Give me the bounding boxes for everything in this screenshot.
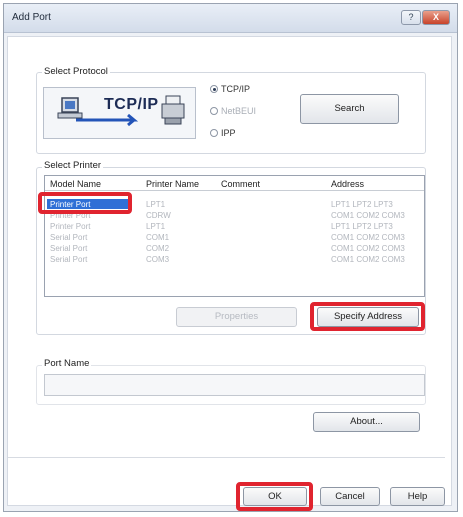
radio-netbeui-label: NetBEUI: [221, 106, 257, 116]
list-header-divider: [45, 190, 424, 191]
table-cell-model[interactable]: Serial Port: [50, 244, 87, 253]
table-cell-model[interactable]: Printer Port: [50, 222, 90, 231]
dialog-title: Add Port: [12, 12, 51, 23]
table-cell-address: COM1 COM2 COM3: [331, 255, 405, 264]
radio-tcpip-label: TCP/IP: [221, 84, 251, 94]
port-name-field[interactable]: [44, 374, 425, 396]
title-bar: Add Port ? X: [4, 4, 457, 33]
highlight-selected-row: [38, 192, 132, 214]
table-cell-printer: COM1: [146, 233, 170, 242]
table-cell-printer: LPT1: [146, 222, 166, 231]
table-cell-address: COM1 COM2 COM3: [331, 233, 405, 242]
cancel-button[interactable]: Cancel: [320, 487, 380, 506]
about-button[interactable]: About...: [313, 412, 420, 432]
properties-button: Properties: [176, 307, 297, 327]
button-row-separator: [8, 457, 445, 458]
column-header-address[interactable]: Address: [331, 179, 364, 189]
table-cell-model[interactable]: Serial Port: [50, 255, 87, 264]
radio-selected-icon: [210, 85, 218, 93]
column-header-comment[interactable]: Comment: [221, 179, 260, 189]
select-protocol-label: Select Protocol: [42, 66, 110, 77]
radio-unselected-icon: [210, 107, 218, 115]
radio-ipp-label: IPP: [221, 128, 236, 138]
radio-netbeui: NetBEUI: [210, 106, 256, 116]
help-button[interactable]: Help: [390, 487, 445, 506]
table-cell-address: LPT1 LPT2 LPT3: [331, 222, 393, 231]
protocol-banner-text: TCP/IP: [104, 96, 159, 113]
column-header-printer-name[interactable]: Printer Name: [146, 179, 199, 189]
close-button[interactable]: X: [422, 10, 450, 25]
port-name-label: Port Name: [42, 358, 92, 369]
table-cell-address: LPT1 LPT2 LPT3: [331, 200, 393, 209]
table-cell-address: COM1 COM2 COM3: [331, 211, 405, 220]
table-cell-printer: COM3: [146, 255, 170, 264]
table-cell-printer: CDRW: [146, 211, 171, 220]
radio-unselected-icon: [210, 129, 218, 137]
radio-tcpip[interactable]: TCP/IP: [210, 84, 250, 94]
select-printer-label: Select Printer: [42, 160, 104, 171]
highlight-ok-button: [236, 482, 313, 511]
search-button[interactable]: Search: [300, 94, 399, 124]
table-cell-address: COM1 COM2 COM3: [331, 244, 405, 253]
table-cell-model[interactable]: Serial Port: [50, 233, 87, 242]
table-cell-printer: COM2: [146, 244, 170, 253]
radio-ipp[interactable]: IPP: [210, 128, 236, 138]
help-titlebar-button[interactable]: ?: [401, 10, 421, 25]
highlight-specify-address: [310, 302, 425, 331]
table-cell-printer: LPT1: [146, 200, 166, 209]
column-header-model-name[interactable]: Model Name: [50, 179, 101, 189]
protocol-banner: TCP/IP: [43, 87, 196, 139]
